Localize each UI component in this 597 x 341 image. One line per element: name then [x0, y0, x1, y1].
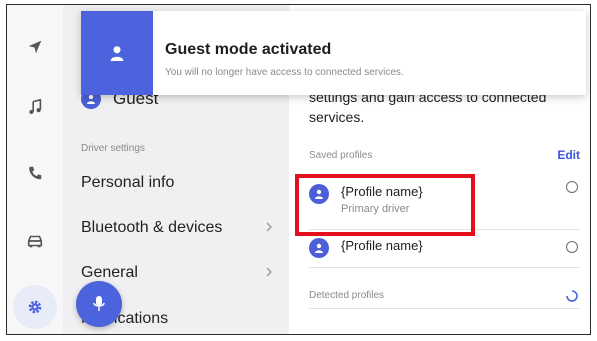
chevron-right-icon — [266, 222, 272, 232]
detected-profiles-caption: Detected profiles — [309, 290, 385, 301]
profile-radio[interactable] — [566, 241, 578, 253]
menu-item-personal-info[interactable]: Personal info — [81, 171, 281, 195]
avatar — [309, 238, 329, 258]
gear-icon — [28, 300, 42, 314]
car-icon — [27, 235, 43, 248]
edit-button[interactable]: Edit — [557, 148, 580, 162]
toast-title: Guest mode activated — [165, 41, 332, 58]
toast-message: You will no longer have access to connec… — [165, 67, 404, 78]
rail-vehicle-button[interactable] — [13, 219, 57, 263]
guest-mode-toast: Guest mode activated You will no longer … — [81, 11, 586, 95]
toast-icon-panel — [81, 11, 153, 95]
rail-phone-button[interactable] — [13, 151, 57, 195]
navigation-icon — [28, 40, 42, 54]
profile-name: {Profile name} — [341, 238, 423, 253]
app-window: Guest Driver settings Personal info Blue… — [6, 4, 591, 335]
loading-spinner-icon — [566, 290, 578, 302]
voice-assistant-button[interactable] — [76, 281, 122, 327]
music-icon — [29, 98, 42, 115]
rail-nav-button[interactable] — [13, 25, 57, 69]
divider — [309, 267, 580, 268]
rail-media-button[interactable] — [13, 85, 57, 129]
section-caption: Driver settings — [81, 143, 145, 154]
person-icon — [315, 243, 323, 253]
person-icon — [87, 94, 95, 104]
menu-item-label: Personal info — [81, 174, 175, 191]
menu-item-bluetooth[interactable]: Bluetooth & devices — [81, 216, 281, 240]
menu-item-general[interactable]: General — [81, 261, 281, 285]
menu-item-label: Bluetooth & devices — [81, 219, 223, 236]
profile-item[interactable]: {Profile name} — [309, 237, 423, 258]
saved-profiles-caption: Saved profiles — [309, 150, 373, 161]
phone-icon — [29, 166, 42, 180]
icon-rail — [7, 5, 63, 334]
chevron-right-icon — [266, 267, 272, 277]
highlight-box — [295, 174, 475, 236]
profile-radio[interactable] — [566, 181, 578, 193]
divider — [309, 308, 580, 309]
microphone-icon — [93, 296, 105, 311]
rail-settings-button[interactable] — [13, 285, 57, 329]
person-icon — [110, 46, 124, 61]
menu-item-label: General — [81, 264, 138, 281]
